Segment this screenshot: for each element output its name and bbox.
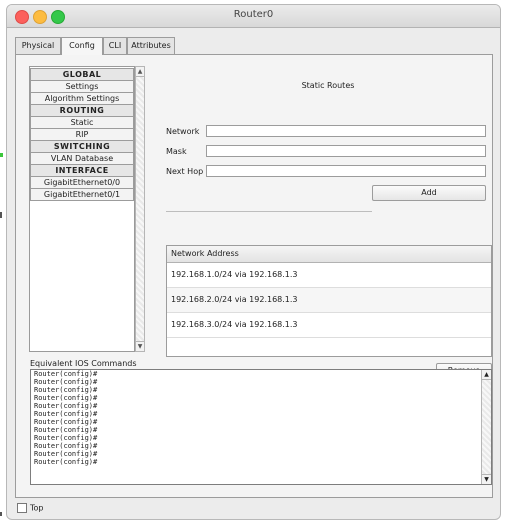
next-hop-label: Next Hop (166, 167, 204, 176)
console-line: Router(config)# (34, 434, 98, 442)
tab-attributes[interactable]: Attributes (127, 37, 175, 54)
sidebar-item-algorithm-settings[interactable]: Algorithm Settings (30, 92, 134, 105)
console-line: Router(config)# (34, 378, 98, 386)
mask-label: Mask (166, 147, 187, 156)
network-label: Network (166, 127, 200, 136)
console-line: Router(config)# (34, 410, 98, 418)
console-line: Router(config)# (34, 458, 98, 466)
console-line: Router(config)# (34, 402, 98, 410)
table-row[interactable]: 192.168.1.0/24 via 192.168.1.3 (167, 263, 491, 288)
ios-console[interactable]: Router(config)# Router(config)# Router(c… (30, 369, 492, 485)
scroll-down-icon[interactable]: ▼ (136, 341, 144, 351)
console-line: Router(config)# (34, 426, 98, 434)
console-line: Router(config)# (34, 370, 98, 378)
scroll-up-icon[interactable]: ▲ (136, 67, 144, 77)
edge-marker (0, 212, 2, 218)
table-row[interactable]: 192.168.3.0/24 via 192.168.1.3 (167, 313, 491, 338)
window-title: Router0 (233, 9, 274, 20)
console-scrollbar[interactable]: ▲ ▼ (481, 370, 491, 484)
top-option[interactable]: Top (17, 503, 44, 513)
static-routes-title: Static Routes (301, 81, 355, 90)
sidebar-item-gigabitethernet0-0[interactable]: GigabitEthernet0/0 (30, 176, 134, 189)
title-bar: Router0 (7, 5, 500, 28)
router-window: Router0 Physical Config CLI Attributes G… (6, 4, 501, 520)
console-line: Router(config)# (34, 442, 98, 450)
next-hop-input[interactable] (206, 165, 486, 177)
sidebar-scrollbar[interactable]: ▲ ▼ (135, 66, 145, 352)
divider (166, 211, 372, 212)
console-line: Router(config)# (34, 394, 98, 402)
tab-config[interactable]: Config (61, 37, 103, 55)
console-line: Router(config)# (34, 418, 98, 426)
table-row[interactable]: 192.168.2.0/24 via 192.168.1.3 (167, 288, 491, 313)
scroll-down-icon[interactable]: ▼ (482, 474, 491, 484)
top-checkbox[interactable] (17, 503, 27, 513)
mask-input[interactable] (206, 145, 486, 157)
add-button[interactable]: Add (372, 185, 486, 201)
sidebar-item-gigabitethernet0-1[interactable]: GigabitEthernet0/1 (30, 188, 134, 201)
tab-cli[interactable]: CLI (103, 37, 127, 54)
top-label: Top (30, 503, 44, 513)
routes-table: Network Address 192.168.1.0/24 via 192.1… (166, 245, 492, 357)
ios-commands-label: Equivalent IOS Commands (30, 359, 137, 368)
console-line: Router(config)# (34, 450, 98, 458)
config-sidebar: GLOBAL Settings Algorithm Settings ROUTI… (29, 66, 135, 352)
table-header-network-address: Network Address (167, 246, 491, 263)
tab-physical[interactable]: Physical (15, 37, 61, 54)
edge-indicator (0, 153, 3, 157)
scroll-up-icon[interactable]: ▲ (482, 370, 491, 380)
config-panel: GLOBAL Settings Algorithm Settings ROUTI… (15, 54, 493, 498)
edge-marker (0, 512, 2, 516)
console-line: Router(config)# (34, 386, 98, 394)
network-input[interactable] (206, 125, 486, 137)
